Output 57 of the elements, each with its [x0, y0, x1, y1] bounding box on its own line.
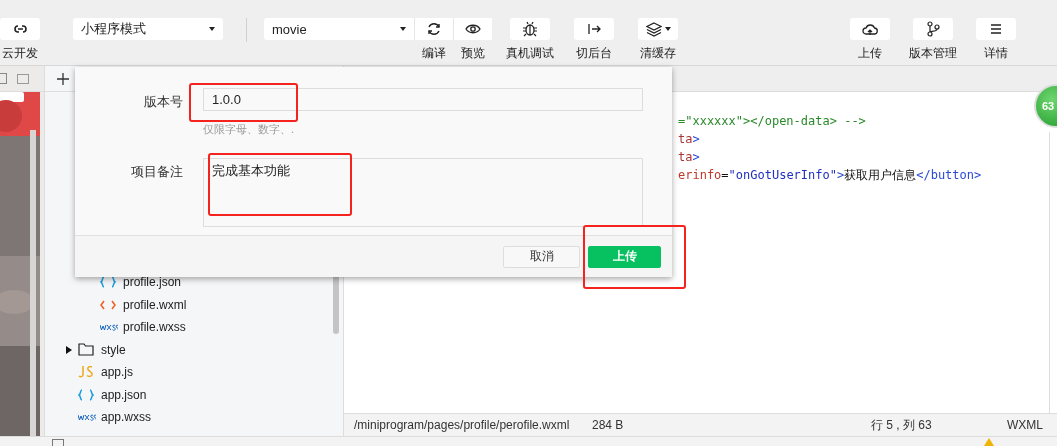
cancel-button[interactable]: 取消	[503, 245, 580, 268]
version-field[interactable]: 1.0.0	[203, 88, 643, 111]
panel-icon[interactable]	[52, 439, 64, 446]
tool-label: 上传	[858, 45, 882, 62]
code-line: erinfo="onGotUserInfo">获取用户信息</button>	[678, 167, 983, 184]
caret-icon	[664, 27, 671, 31]
tool-label: 清缓存	[640, 45, 676, 62]
code-line: ="xxxxxx"></open-data> -->	[678, 113, 867, 130]
caret-icon	[209, 27, 215, 31]
tree-item[interactable]: profile.json	[45, 271, 343, 294]
field-label: 版本号	[143, 93, 183, 111]
toolbar-button[interactable]	[976, 18, 1016, 40]
layers-icon	[645, 21, 662, 37]
toolbar-button[interactable]	[638, 18, 678, 40]
tree-item[interactable]: profile.wxss	[45, 316, 343, 339]
menu-icon	[988, 21, 1004, 37]
expand-arrow-icon[interactable]	[66, 345, 72, 354]
toolbar-button[interactable]	[0, 18, 40, 40]
toolbar-button[interactable]	[913, 18, 953, 40]
file-path: /miniprogram/pages/profile/perofile.wxml	[354, 418, 571, 432]
tool-label: 预览	[460, 45, 485, 62]
toolbar-button[interactable]	[574, 18, 614, 40]
tool-label: 详情	[984, 45, 1008, 62]
add-icon[interactable]	[57, 72, 69, 85]
note-field[interactable]: 完成基本功能	[203, 158, 643, 227]
mode-dropdown[interactable]: 小程序模式	[73, 18, 223, 40]
bug-icon	[522, 21, 538, 37]
cursor-position: 行 5 , 列 63	[871, 416, 933, 434]
tool-label: 版本管理	[909, 45, 957, 62]
tree-item[interactable]: profile.wxml	[45, 293, 343, 316]
tool-label: 编译	[421, 45, 446, 62]
phone-icon[interactable]	[0, 73, 7, 84]
tool-label: 云开发	[2, 45, 38, 62]
field-label: 项目备注	[130, 163, 183, 181]
tool-label: 真机调试	[506, 45, 554, 62]
toolbar-button[interactable]	[414, 18, 453, 40]
wxss-file-icon	[78, 413, 98, 422]
language-label[interactable]: WXML	[1007, 418, 1043, 432]
tree-item[interactable]: app.wxss	[45, 406, 343, 429]
branch-icon	[925, 21, 941, 37]
tree-item[interactable]: app.js	[45, 361, 343, 384]
cloud-upload-icon	[862, 21, 878, 37]
toolbar-button[interactable]	[453, 18, 492, 40]
toolbar-button[interactable]	[850, 18, 890, 40]
tool-label: 切后台	[576, 45, 612, 62]
tree-item[interactable]: app.json	[45, 383, 343, 406]
code-line: ta>	[678, 131, 701, 148]
file-size: 284 B	[592, 418, 625, 432]
caret-icon	[400, 27, 406, 31]
tree-item[interactable]: style	[45, 338, 343, 361]
refresh-icon	[426, 21, 442, 37]
wxss-file-icon	[100, 323, 120, 332]
toolbar-button[interactable]	[510, 18, 550, 40]
arrow-into-bar-icon	[586, 21, 602, 37]
project-dropdown[interactable]: movie	[264, 18, 414, 40]
field-hint: 仅限字母、数字、.	[203, 123, 295, 136]
code-line: ta>	[678, 149, 701, 166]
